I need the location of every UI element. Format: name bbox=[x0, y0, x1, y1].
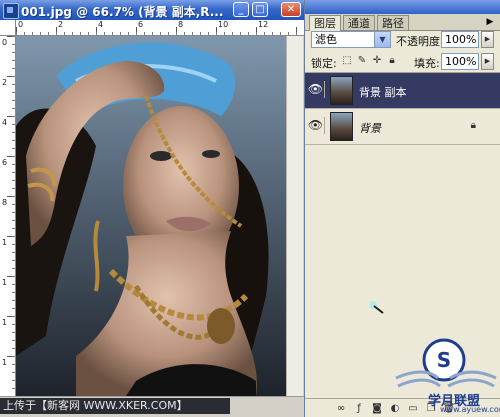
logo-url: www.ayuew.com bbox=[440, 405, 500, 414]
layer-style-icon[interactable]: ƒ bbox=[352, 402, 366, 415]
lock-icon: 🔒︎ bbox=[470, 120, 476, 131]
layer-thumbnail bbox=[330, 76, 353, 105]
lock-all-icon[interactable]: 🔒︎ bbox=[386, 55, 398, 67]
close-button[interactable]: ✕ bbox=[281, 2, 301, 17]
opacity-label: 不透明度: bbox=[396, 35, 444, 48]
vertical-scrollbar[interactable] bbox=[286, 36, 303, 396]
minimize-button[interactable]: _ bbox=[233, 2, 249, 17]
blend-mode-value: 滤色 bbox=[315, 33, 337, 46]
document-window: 001.jpg @ 66.7% (背景 副本,R... _ □ ✕ 0 2 4 … bbox=[0, 0, 305, 417]
maximize-button[interactable]: □ bbox=[252, 2, 268, 17]
ruler-v-label: 1 bbox=[2, 238, 8, 247]
opacity-field[interactable]: 100% bbox=[441, 31, 479, 48]
lock-position-icon[interactable]: ✛ bbox=[371, 55, 383, 67]
photoshop-document-icon bbox=[3, 3, 19, 19]
chevron-down-icon[interactable]: ▼ bbox=[374, 32, 390, 47]
ruler-h-label: 4 bbox=[98, 20, 104, 29]
fill-label: 填充: bbox=[414, 57, 440, 70]
ruler-v-label: 1 bbox=[2, 318, 8, 327]
vertical-ruler[interactable]: 0 2 4 6 8 1 1 1 1 bbox=[0, 36, 16, 396]
portrait-photo bbox=[16, 36, 286, 396]
lock-label: 锁定: bbox=[311, 57, 337, 70]
eye-icon[interactable]: 👁︎ bbox=[307, 117, 325, 134]
layer-mask-icon[interactable]: ◙ bbox=[370, 402, 384, 415]
ruler-h-label: 12 bbox=[258, 20, 269, 29]
blend-opacity-row: 滤色 ▼ 不透明度: 100% ▶ bbox=[305, 30, 500, 52]
ruler-v-label: 1 bbox=[2, 358, 8, 367]
ruler-v-label: 0 bbox=[2, 38, 8, 47]
photoshop-workspace: 001.jpg @ 66.7% (背景 副本,R... _ □ ✕ 0 2 4 … bbox=[0, 0, 500, 417]
layer-thumbnail bbox=[330, 112, 353, 141]
palette-titlebar[interactable] bbox=[305, 0, 500, 14]
svg-text:S: S bbox=[437, 348, 451, 372]
ruler-v-label: 8 bbox=[2, 198, 8, 207]
eye-icon[interactable]: 👁︎ bbox=[307, 81, 325, 98]
ruler-h-label: 2 bbox=[58, 20, 64, 29]
link-layers-icon[interactable]: ∞ bbox=[334, 402, 348, 415]
layer-row-background-copy[interactable]: 👁︎ 背景 副本 bbox=[305, 73, 500, 109]
layer-name: 背景 bbox=[359, 122, 381, 135]
lock-transparent-pixels-icon[interactable]: ⬚ bbox=[341, 55, 353, 67]
ruler-v-label: 6 bbox=[2, 158, 8, 167]
ruler-v-label: 2 bbox=[2, 78, 8, 87]
document-titlebar[interactable]: 001.jpg @ 66.7% (背景 副本,R... _ □ ✕ bbox=[0, 0, 304, 20]
tab-channels[interactable]: 通道 bbox=[343, 15, 375, 30]
ruler-h-label: 0 bbox=[18, 20, 24, 29]
fill-field[interactable]: 100% bbox=[441, 53, 479, 70]
fill-slider-button[interactable]: ▶ bbox=[481, 53, 494, 70]
opacity-slider-button[interactable]: ▶ bbox=[481, 31, 494, 48]
blend-mode-select[interactable]: 滤色 ▼ bbox=[311, 31, 391, 48]
layer-name: 背景 副本 bbox=[359, 86, 407, 99]
layer-row-background[interactable]: 👁︎ 背景 🔒︎ bbox=[305, 109, 500, 145]
palette-tabs: 图层 通道 路径 bbox=[305, 14, 500, 31]
tab-layers[interactable]: 图层 bbox=[309, 15, 341, 31]
tab-paths[interactable]: 路径 bbox=[377, 15, 409, 30]
ruler-origin[interactable] bbox=[0, 20, 16, 36]
mouse-pointer-icon bbox=[369, 301, 384, 314]
ruler-h-label: 8 bbox=[178, 20, 184, 29]
document-title: 001.jpg @ 66.7% (背景 副本,R... bbox=[21, 5, 224, 19]
image-canvas[interactable] bbox=[16, 36, 286, 396]
ruler-h-label: 10 bbox=[218, 20, 229, 29]
ruler-h-label: 6 bbox=[138, 20, 144, 29]
palette-menu-icon[interactable]: ▶ bbox=[484, 17, 496, 27]
lock-image-pixels-icon[interactable]: ✎ bbox=[356, 55, 368, 67]
ruler-v-label: 1 bbox=[2, 278, 8, 287]
horizontal-ruler[interactable]: 0 2 4 6 8 10 12 bbox=[16, 20, 304, 36]
lock-fill-row: 锁定: ⬚ ✎ ✛ 🔒︎ 填充: 100% ▶ bbox=[305, 52, 500, 73]
ruler-v-label: 4 bbox=[2, 118, 8, 127]
watermark-caption: 上传于【新客网 WWW.XKER.COM】 bbox=[0, 398, 230, 414]
